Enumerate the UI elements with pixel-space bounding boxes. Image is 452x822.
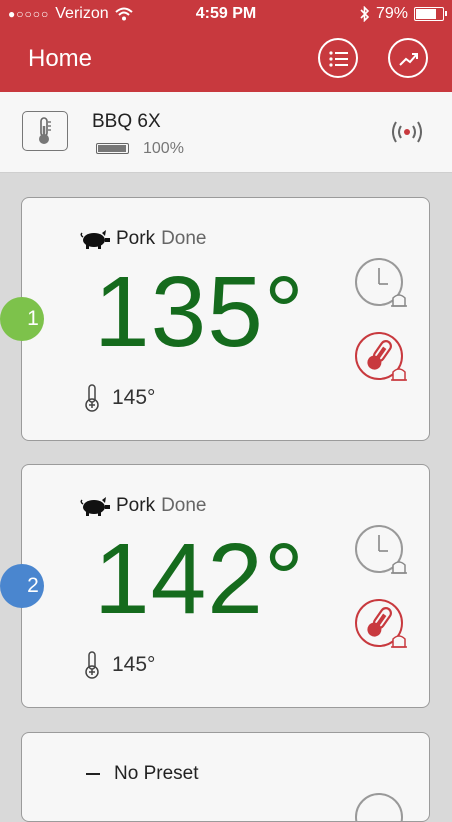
timer-alarm-icon[interactable] bbox=[353, 791, 409, 822]
probe-label: No Preset bbox=[86, 763, 198, 785]
doneness-state: Done bbox=[161, 228, 207, 249]
target-temperature: 145° bbox=[112, 653, 156, 676]
device-bar[interactable]: BBQ 6X 100% bbox=[0, 92, 452, 173]
target-temperature-row: 145° bbox=[84, 651, 155, 679]
dash-icon bbox=[86, 773, 100, 775]
trend-graph-icon bbox=[399, 53, 418, 66]
target-thermometer-icon bbox=[85, 384, 99, 412]
thermometer-device-icon bbox=[22, 111, 68, 151]
battery-icon bbox=[414, 7, 447, 21]
probe-card[interactable]: Pork Done 142° 145° bbox=[21, 464, 430, 708]
bluetooth-icon bbox=[360, 6, 370, 22]
preset-name: Pork bbox=[116, 228, 156, 249]
status-right: 79% bbox=[360, 5, 447, 23]
temperature-alarm-icon[interactable] bbox=[353, 330, 409, 386]
probe-number: 1 bbox=[27, 307, 39, 330]
probe-card[interactable]: Pork Done 135° 145° bbox=[21, 197, 430, 441]
pig-icon bbox=[80, 497, 110, 516]
target-thermometer-icon bbox=[85, 651, 99, 679]
probe-label: Pork Done bbox=[80, 228, 207, 250]
device-battery-percent: 100% bbox=[143, 140, 184, 157]
probe-card[interactable]: No Preset bbox=[21, 732, 430, 822]
current-temperature: 142° bbox=[94, 523, 305, 635]
temperature-alarm-icon[interactable] bbox=[353, 597, 409, 653]
list-button[interactable] bbox=[318, 38, 358, 78]
list-icon bbox=[329, 51, 348, 67]
battery-percent: 79% bbox=[375, 5, 408, 22]
device-battery-icon bbox=[96, 143, 129, 154]
target-temperature-row: 145° bbox=[84, 384, 155, 412]
app-header: ●○○○○ Verizon 4:59 PM 79% Home bbox=[0, 0, 452, 92]
probe-label: Pork Done bbox=[80, 495, 207, 517]
doneness-state: Done bbox=[161, 495, 207, 516]
graph-button[interactable] bbox=[388, 38, 428, 78]
current-temperature: 135° bbox=[94, 256, 305, 368]
probe-number: 2 bbox=[27, 574, 39, 597]
probe-number-badge: 2 bbox=[0, 564, 44, 608]
status-bar: ●○○○○ Verizon 4:59 PM 79% bbox=[0, 0, 452, 30]
page-title: Home bbox=[28, 45, 93, 72]
timer-alarm-icon[interactable] bbox=[353, 523, 409, 579]
wireless-signal-icon bbox=[392, 121, 422, 143]
probe-number-badge: 1 bbox=[0, 297, 44, 341]
timer-alarm-icon[interactable] bbox=[353, 256, 409, 312]
preset-name: No Preset bbox=[114, 763, 199, 784]
preset-name: Pork bbox=[116, 495, 156, 516]
pig-icon bbox=[80, 230, 110, 249]
device-name: BBQ 6X bbox=[92, 111, 161, 132]
target-temperature: 145° bbox=[112, 386, 156, 409]
